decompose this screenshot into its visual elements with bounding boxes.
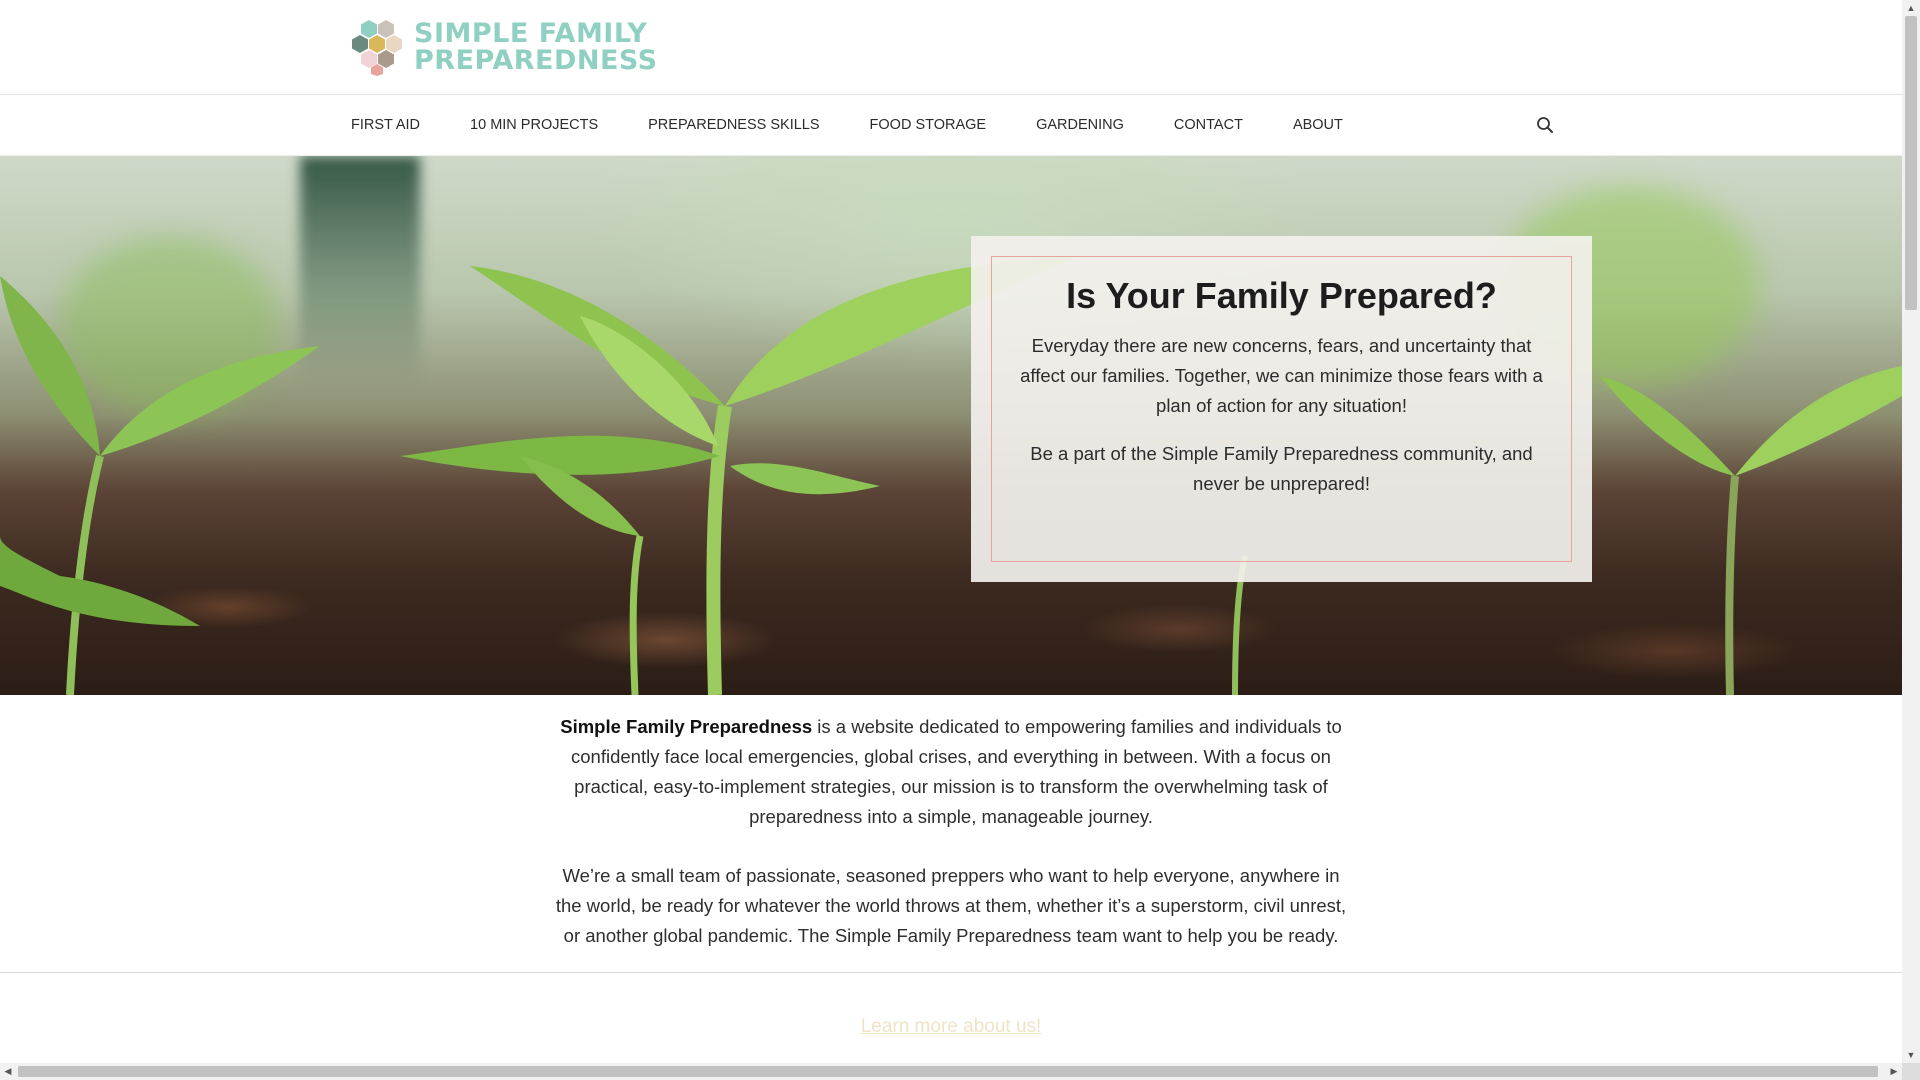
seedling-illustration	[0, 256, 1902, 695]
site-logo[interactable]: SIMPLE FAMILY PREPAREDNESS	[350, 18, 658, 76]
scroll-left-arrow-icon[interactable]: ◀	[0, 1063, 16, 1080]
vertical-scrollbar[interactable]: ▲ ▼	[1902, 0, 1920, 1063]
hero-paragraph-2: Be a part of the Simple Family Preparedn…	[1030, 443, 1533, 494]
nav-item-first-aid[interactable]: FIRST AID	[351, 117, 420, 133]
search-icon[interactable]	[1536, 116, 1554, 134]
nav-item-contact[interactable]: CONTACT	[1174, 117, 1243, 133]
learn-more-link[interactable]: Learn more about us!	[0, 1016, 1902, 1038]
nav-item-food-storage[interactable]: FOOD STORAGE	[870, 117, 987, 133]
scroll-right-arrow-icon[interactable]: ▶	[1886, 1063, 1902, 1080]
scroll-down-arrow-icon[interactable]: ▼	[1902, 1047, 1920, 1063]
hero-paragraph-1: Everyday there are new concerns, fears, …	[1020, 335, 1543, 416]
nav-item-about[interactable]: ABOUT	[1293, 117, 1343, 133]
horizontal-scrollbar[interactable]: ◀ ▶	[0, 1063, 1902, 1080]
horizontal-scrollbar-thumb[interactable]	[18, 1066, 1878, 1077]
hexagon-logo-icon	[352, 20, 402, 76]
hero-callout-box: Is Your Family Prepared? Everyday there …	[971, 236, 1592, 582]
main-navigation: FIRST AID 10 MIN PROJECTS PREPAREDNESS S…	[0, 95, 1902, 156]
hero-banner: Is Your Family Prepared? Everyday there …	[0, 156, 1902, 695]
intro-section: Simple Family Preparedness is a website …	[548, 712, 1354, 980]
hero-callout-border: Is Your Family Prepared? Everyday there …	[991, 256, 1572, 562]
intro-paragraph-1: Simple Family Preparedness is a website …	[548, 712, 1354, 832]
logo-text-line2: PREPAREDNESS	[414, 45, 658, 76]
vertical-scrollbar-thumb[interactable]	[1905, 16, 1917, 310]
hero-title: Is Your Family Prepared?	[1066, 275, 1497, 316]
scrollbar-corner	[1902, 1063, 1920, 1080]
scroll-up-arrow-icon[interactable]: ▲	[1902, 0, 1920, 16]
nav-item-gardening[interactable]: GARDENING	[1036, 117, 1124, 133]
site-header: SIMPLE FAMILY PREPAREDNESS	[0, 0, 1902, 95]
intro-paragraph-2: We’re a small team of passionate, season…	[555, 865, 1347, 946]
logo-text-line1: SIMPLE FAMILY	[414, 18, 648, 49]
nav-item-preparedness-skills[interactable]: PREPAREDNESS SKILLS	[648, 117, 819, 133]
nav-item-10-min-projects[interactable]: 10 MIN PROJECTS	[470, 117, 598, 133]
intro-site-name: Simple Family Preparedness	[560, 716, 813, 737]
page-viewport: SIMPLE FAMILY PREPAREDNESS FIRST AID 10 …	[0, 0, 1902, 1063]
